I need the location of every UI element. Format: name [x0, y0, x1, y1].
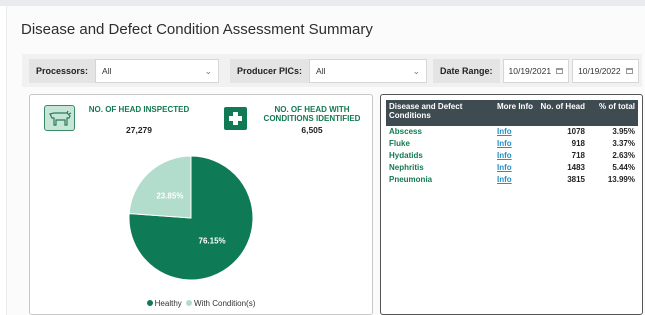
- processors-label: Processors:: [29, 59, 96, 83]
- info-cell: Info: [494, 150, 536, 162]
- info-cell: Info: [494, 174, 536, 186]
- conditions-table: Disease and Defect Conditions More Info …: [386, 100, 638, 186]
- info-link[interactable]: Info: [497, 175, 512, 184]
- pct-cell: 3.37%: [612, 139, 635, 148]
- legend-dot-healthy: [146, 300, 153, 306]
- conditions-panel: Disease and Defect Conditions More Info …: [380, 94, 643, 315]
- calendar-icon[interactable]: [556, 68, 564, 74]
- processors-value: All: [102, 66, 112, 76]
- table-row: Hydatids Info 718 2.63%: [386, 150, 638, 162]
- pct-cell: 5.44%: [612, 163, 635, 172]
- head-count-cell: 718: [571, 151, 585, 160]
- info-link[interactable]: Info: [497, 127, 512, 136]
- table-header-row: Disease and Defect Conditions More Info …: [386, 100, 638, 126]
- processors-select[interactable]: All ⌄: [95, 59, 220, 83]
- header-condition[interactable]: Disease and Defect Conditions: [386, 100, 494, 126]
- report-page: Disease and Defect Condition Assessment …: [6, 6, 645, 315]
- legend-dot-with-conditions: [186, 300, 192, 306]
- pct-cell: 3.95%: [612, 127, 635, 136]
- producer-pics-filter: Producer PICs: All ⌄: [230, 59, 428, 83]
- producer-pics-select[interactable]: All ⌄: [309, 59, 428, 83]
- date-range-filter: Date Range: 10/19/2021 10/19/2022: [433, 59, 639, 83]
- head-count-cell: 1078: [567, 127, 585, 136]
- condition-pie-chart: 76.15% 23.85%: [128, 155, 254, 281]
- medical-cross-icon: [224, 107, 247, 130]
- condition-cell: Fluke: [389, 139, 410, 148]
- info-link[interactable]: Info: [497, 151, 512, 160]
- info-cell: Info: [494, 138, 536, 150]
- condition-cell: Nephritis: [389, 163, 424, 172]
- chevron-down-icon: ⌄: [412, 65, 421, 76]
- pct-cell: 13.99%: [607, 175, 635, 184]
- pie-data-label: 76.15%: [199, 237, 226, 246]
- legend-label-healthy: Healthy: [154, 299, 182, 308]
- start-date-value: 10/19/2021: [508, 66, 552, 76]
- pie-data-label: 23.85%: [156, 191, 183, 200]
- summary-panel: NO. OF HEAD INSPECTED 27,279 NO. OF HEAD…: [29, 94, 373, 315]
- with-conditions-value: 6,505: [301, 125, 323, 135]
- info-cell: Info: [494, 126, 536, 138]
- with-conditions-label: NO. OF HEAD WITH CONDITIONS IDENTIFIED: [263, 105, 361, 123]
- end-date-value: 10/19/2022: [578, 66, 621, 76]
- filter-bar: Processors: All ⌄ Producer PICs: All ⌄ D…: [22, 54, 642, 87]
- header-head-count[interactable]: No. of Head: [536, 100, 588, 126]
- condition-cell: Abscess: [389, 127, 422, 136]
- header-more-info[interactable]: More Info: [494, 100, 536, 126]
- head-count-cell: 1483: [567, 163, 585, 172]
- table-row: Abscess Info 1078 3.95%: [386, 126, 638, 138]
- header-pct-total[interactable]: % of total: [588, 100, 638, 126]
- info-cell: Info: [494, 162, 536, 174]
- head-count-cell: 918: [571, 139, 585, 148]
- processors-filter: Processors: All ⌄: [29, 59, 220, 83]
- calendar-icon[interactable]: [625, 68, 633, 74]
- end-date-input[interactable]: 10/19/2022: [572, 59, 639, 83]
- start-date-input[interactable]: 10/19/2021: [502, 59, 570, 83]
- info-link[interactable]: Info: [497, 163, 512, 172]
- head-count-cell: 3815: [567, 175, 585, 184]
- producer-pics-label: Producer PICs:: [230, 59, 310, 83]
- table-row: Pneumonia Info 3815 13.99%: [386, 174, 638, 186]
- info-link[interactable]: Info: [497, 139, 512, 148]
- pct-cell: 2.63%: [612, 151, 635, 160]
- inspected-label: NO. OF HEAD INSPECTED: [88, 105, 190, 114]
- cow-icon: [44, 105, 75, 131]
- legend-label-with-conditions: With Condition(s): [194, 299, 256, 308]
- producer-pics-value: All: [316, 66, 326, 76]
- chevron-down-icon: ⌄: [204, 65, 213, 76]
- date-range-label: Date Range:: [433, 59, 500, 83]
- condition-cell: Pneumonia: [389, 175, 433, 184]
- page-title: Disease and Defect Condition Assessment …: [21, 21, 373, 38]
- table-row: Fluke Info 918 3.37%: [386, 138, 638, 150]
- condition-cell: Hydatids: [389, 151, 423, 160]
- legend-item-healthy[interactable]: Healthy: [146, 299, 184, 308]
- legend-item-with-conditions[interactable]: With Condition(s): [184, 299, 255, 308]
- pie-slice-with-condition-s[interactable]: [128, 155, 192, 219]
- inspected-value: 27,279: [126, 125, 152, 135]
- table-row: Nephritis Info 1483 5.44%: [386, 162, 638, 174]
- chart-legend: Healthy With Condition(s): [30, 299, 372, 308]
